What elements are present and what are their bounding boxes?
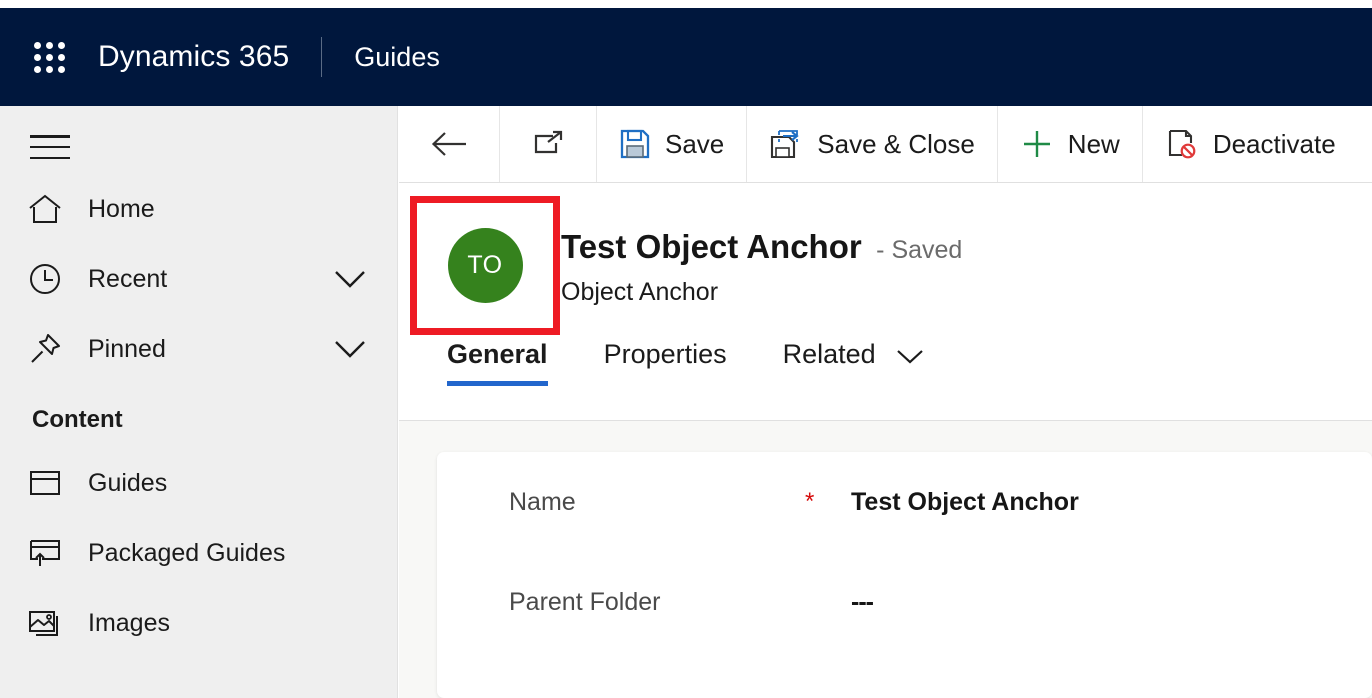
back-arrow-icon — [429, 129, 469, 159]
deactivate-button[interactable]: Deactivate — [1143, 106, 1358, 182]
deactivate-button-label: Deactivate — [1212, 128, 1336, 159]
record-entity-name: Object Anchor — [561, 278, 719, 306]
sidebar-item-label: Pinned — [88, 334, 166, 363]
save-floppy-icon — [619, 128, 651, 160]
field-row-name: Name * Test Object Anchor — [437, 452, 1372, 552]
sidebar-item-label: Home — [88, 194, 155, 223]
app-name-label[interactable]: Guides — [354, 42, 440, 73]
name-field-value[interactable]: Test Object Anchor — [851, 488, 1079, 517]
sidebar-item-home[interactable]: Home — [0, 174, 397, 244]
waffle-grid-icon[interactable] — [32, 40, 66, 74]
save-and-close-button-label: Save & Close — [817, 128, 975, 159]
tab-related[interactable]: Related — [781, 335, 946, 392]
pin-icon — [28, 332, 74, 366]
new-button-label: New — [1067, 128, 1120, 159]
packaged-guide-icon — [28, 537, 74, 569]
plus-icon — [1020, 127, 1054, 161]
images-icon — [28, 608, 74, 638]
sidebar-item-label: Guides — [88, 468, 168, 497]
tab-label: Related — [782, 339, 876, 369]
field-row-parent-folder: Parent Folder --- — [437, 552, 1372, 652]
sidebar-item-label: Images — [88, 608, 170, 637]
avatar: TO — [447, 228, 523, 303]
sidebar-item-recent[interactable]: Recent — [0, 244, 397, 314]
sidebar-item-images[interactable]: Images — [0, 588, 397, 658]
status-badge: - Saved — [876, 236, 963, 264]
avatar-highlight-box: TO — [410, 196, 560, 335]
sidebar-item-packaged-guides[interactable]: Packaged Guides — [0, 518, 397, 588]
save-button[interactable]: Save — [597, 106, 748, 182]
tab-strip: General Properties Related — [445, 335, 979, 392]
sidebar-navigation: Home Recent Pinned Content Guides Packag… — [0, 106, 398, 698]
field-label: Name — [509, 487, 576, 516]
tab-label: General — [447, 339, 548, 369]
page-title: Test Object Anchor — [561, 228, 862, 265]
sidebar-item-pinned[interactable]: Pinned — [0, 314, 397, 384]
open-in-new-window-icon — [530, 128, 566, 160]
sidebar-item-label: Recent — [88, 264, 168, 293]
chevron-down-icon[interactable] — [895, 347, 925, 365]
clock-icon — [28, 262, 74, 296]
required-indicator: * — [805, 488, 815, 515]
parent-folder-field-value[interactable]: --- — [851, 588, 874, 617]
top-navigation-bar: Dynamics 365 Guides — [0, 8, 1372, 106]
home-icon — [28, 193, 74, 225]
form-body: Name * Test Object Anchor Parent Folder … — [399, 421, 1372, 698]
form-card: Name * Test Object Anchor Parent Folder … — [437, 452, 1372, 698]
guide-window-icon — [28, 468, 74, 498]
sidebar-item-guides[interactable]: Guides — [0, 448, 397, 518]
save-and-close-icon — [769, 128, 803, 160]
field-label: Parent Folder — [509, 587, 661, 616]
open-in-new-window-button[interactable] — [500, 106, 597, 182]
sidebar-group-title: Content — [32, 406, 123, 433]
back-button[interactable] — [399, 106, 500, 182]
brand-divider — [321, 37, 323, 77]
tab-properties[interactable]: Properties — [602, 335, 747, 392]
chevron-down-icon[interactable] — [333, 338, 367, 360]
chevron-down-icon[interactable] — [333, 268, 367, 290]
brand-title[interactable]: Dynamics 365 — [98, 40, 289, 74]
deactivate-document-icon — [1165, 127, 1199, 161]
record-header: TO Test Object Anchor - Saved Object Anc… — [399, 183, 1372, 421]
sidebar-item-label: Packaged Guides — [88, 538, 286, 567]
save-and-close-button[interactable]: Save & Close — [747, 106, 998, 182]
tab-general[interactable]: General — [445, 335, 568, 392]
save-button-label: Save — [665, 128, 725, 159]
command-bar: Save Save & Close New Deactivate — [399, 106, 1372, 183]
hamburger-menu-icon[interactable] — [30, 130, 74, 164]
tab-label: Properties — [603, 339, 727, 369]
dynamics-365-guides-record-page: Dynamics 365 Guides Home Recent Pinned C… — [0, 0, 1372, 698]
record-title-block: Test Object Anchor - Saved Object Anchor — [561, 228, 962, 307]
new-button[interactable]: New — [998, 106, 1143, 182]
